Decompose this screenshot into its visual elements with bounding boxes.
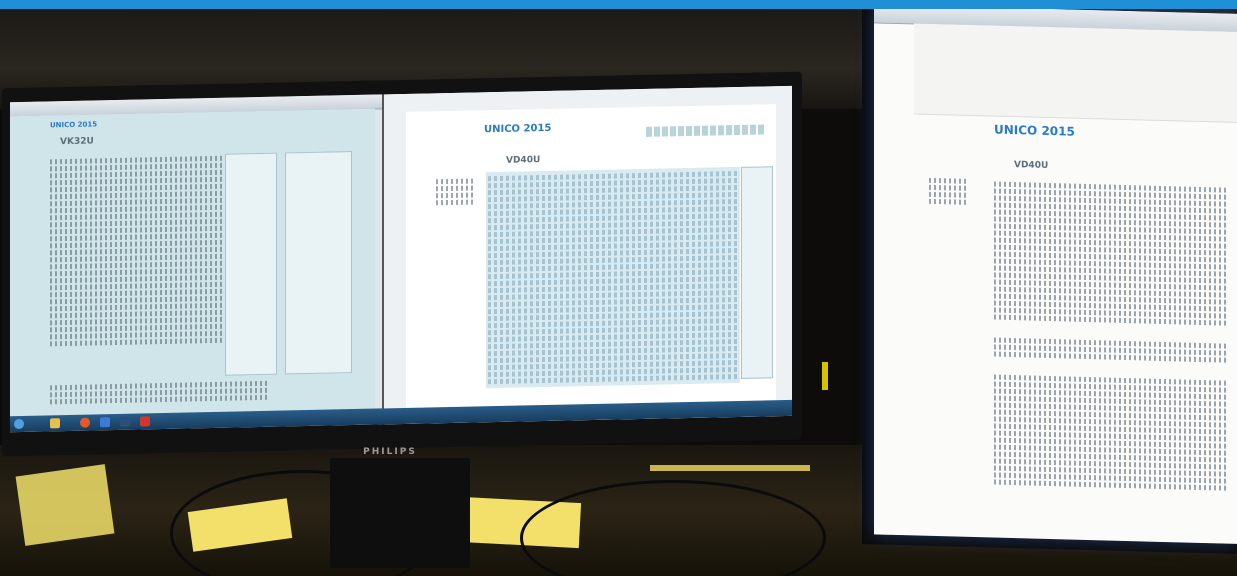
media-icon[interactable] [120, 416, 130, 427]
page-top-gap [914, 23, 1237, 123]
left-document-pane: UNICO 2015 VK32U [10, 108, 375, 417]
left-monitor: UNICO 2015 VK32U UNICO 2015 VD40U [2, 71, 802, 457]
right-doc-rows [994, 180, 1229, 493]
left-doc-model: VK32U [60, 136, 94, 148]
right-monitor: UNICO 2015 VD40U [862, 4, 1237, 554]
start-icon[interactable] [14, 418, 24, 430]
right-monitor-screen: UNICO 2015 VD40U [874, 4, 1237, 544]
monitor-stand [330, 458, 470, 568]
form-column [285, 151, 352, 375]
photo-scene: UNICO 2015 VK32U UNICO 2015 VD40U PHILIP… [0, 0, 1237, 576]
form-column [225, 152, 277, 376]
right-doc-logo: UNICO 2015 [994, 122, 1075, 139]
right-doc-side-labels [929, 176, 969, 207]
middle-doc-model: VD40U [506, 155, 541, 166]
middle-doc-side-labels [436, 176, 476, 207]
left-doc-footer-rows [50, 379, 270, 407]
left-monitor-screen: UNICO 2015 VK32U UNICO 2015 VD40U [10, 85, 792, 433]
left-doc-logo: UNICO 2015 [50, 120, 98, 130]
folder-icon[interactable] [50, 418, 60, 429]
middle-document-page: UNICO 2015 VD40U [406, 104, 776, 412]
right-doc-model: VD40U [1014, 160, 1049, 171]
sticky-note [650, 465, 810, 471]
pdf-icon[interactable] [140, 416, 150, 427]
title-bar [0, 0, 1237, 9]
form-column [741, 166, 773, 379]
middle-doc-logo: UNICO 2015 [484, 122, 552, 136]
middle-document-pane: UNICO 2015 VD40U [382, 85, 792, 425]
indicator-light [822, 362, 828, 390]
left-doc-rows [50, 154, 225, 349]
monitor-brand: PHILIPS [363, 447, 417, 457]
middle-doc-rows [486, 166, 740, 389]
code-boxes [646, 124, 766, 137]
sticky-note [15, 464, 115, 546]
browser-icon[interactable] [80, 417, 90, 428]
app-icon[interactable] [100, 417, 110, 428]
